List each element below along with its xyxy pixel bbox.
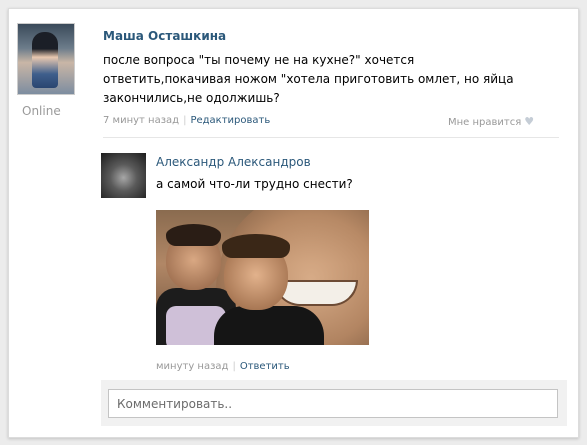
reply-author-name[interactable]: Александр Александров [156, 155, 311, 169]
edit-link[interactable]: Редактировать [190, 115, 270, 126]
heart-icon: ♥ [524, 115, 535, 128]
photo-person-right-hair [222, 234, 290, 258]
reply-answer-link[interactable]: Ответить [240, 361, 290, 372]
reply-text: а самой что-ли трудно снести? [156, 177, 353, 191]
online-status: Online [22, 104, 61, 118]
post-author-name[interactable]: Маша Осташкина [103, 29, 226, 43]
meta-separator: | [183, 115, 187, 126]
author-avatar[interactable] [17, 23, 75, 95]
post-text: после вопроса "ты почему не на кухне?" х… [103, 53, 514, 105]
reply-meta: минуту назад | Ответить [156, 361, 290, 372]
reply-photo[interactable] [156, 210, 369, 345]
like-label: Мне нравится [448, 117, 522, 128]
post-time[interactable]: 7 минут назад [103, 115, 179, 126]
like-button[interactable]: Мне нравится ♥ [448, 115, 534, 128]
photo-person-left-hair [166, 224, 221, 246]
photo-person-right-body [214, 306, 324, 345]
reply-time[interactable]: минуту назад [156, 361, 228, 372]
comment-input[interactable]: Комментировать.. [108, 389, 558, 418]
avatar-figure [32, 32, 58, 88]
reply-meta-separator: | [232, 361, 236, 372]
reply-author-avatar[interactable] [101, 153, 146, 198]
post-divider [103, 137, 559, 138]
post-meta: 7 минут назад | Редактировать [103, 115, 270, 126]
